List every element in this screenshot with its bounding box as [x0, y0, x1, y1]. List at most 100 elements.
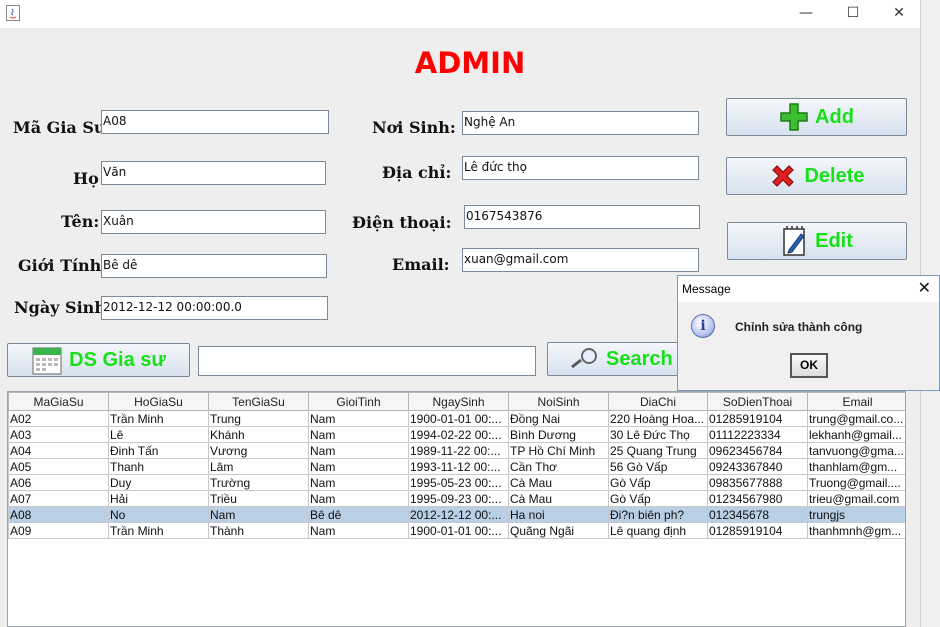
- minimize-button[interactable]: —: [786, 2, 826, 24]
- search-button-label: Search: [606, 347, 673, 370]
- table-cell: Gò Vấp: [608, 474, 708, 491]
- email-field[interactable]: xuan@gmail.com: [462, 248, 699, 272]
- table-cell: A07: [8, 490, 109, 507]
- dien-thoai-field[interactable]: 0167543876: [464, 205, 700, 229]
- add-button[interactable]: Add: [726, 98, 907, 136]
- ds-gia-su-button[interactable]: DS Gia sư: [7, 343, 190, 377]
- table-row[interactable]: A02 Trần Minh Trung Nam 1900-01-01 00:... Đồn…: [8, 410, 905, 427]
- table-cell: lekhanh@gmail...: [807, 426, 905, 443]
- table-cell: 1994-02-22 00:...: [408, 426, 509, 443]
- table-cell: Lê: [108, 426, 209, 443]
- table-cell: 01234567980: [707, 490, 808, 507]
- table-cell: Gò Vấp: [608, 490, 708, 507]
- table-cell: trieu@gmail.com: [807, 490, 905, 507]
- table-cell: Cà Mau: [508, 474, 609, 491]
- table-cell: Trần Minh: [108, 522, 209, 539]
- table-cell: trung@gmail.co...: [807, 410, 905, 427]
- table-cell: Bê dê: [308, 506, 409, 523]
- table-cell: Duy: [108, 474, 209, 491]
- ma-gia-su-label: Mã Gia Sư:: [13, 118, 112, 137]
- maximize-button[interactable]: ☐: [833, 2, 873, 24]
- table-cell: 1995-09-23 00:...: [408, 490, 509, 507]
- dien-thoai-label: Điện thoại:: [352, 213, 452, 232]
- table-cell: 2012-12-12 00:...: [408, 506, 509, 523]
- column-header[interactable]: NgaySinh: [408, 392, 509, 411]
- table-cell: 1995-05-23 00:...: [408, 474, 509, 491]
- table-row[interactable]: A08 No Nam Bê dê 2012-12-12 00:... Ha noi Đi?n…: [8, 506, 905, 523]
- dialog-titlebar: Message ✕: [678, 276, 939, 302]
- table-cell: Ha noi: [508, 506, 609, 523]
- table-cell: Khánh: [208, 426, 309, 443]
- table-cell: 012345678: [707, 506, 808, 523]
- table-cell: Triều: [208, 490, 309, 507]
- table-cell: trungjs: [807, 506, 905, 523]
- ten-label: Tên:: [61, 212, 100, 231]
- table-cell: 1900-01-01 00:...: [408, 522, 509, 539]
- table-cell: A09: [8, 522, 109, 539]
- table-cell: Nam: [308, 426, 409, 443]
- ngay-sinh-field[interactable]: 2012-12-12 00:00:00.0: [101, 296, 328, 320]
- table-row[interactable]: A04 Đinh Tấn Vương Nam 1989-11-22 00:... TP H…: [8, 442, 905, 459]
- edit-button[interactable]: Edit: [727, 222, 907, 260]
- table-row[interactable]: A07 Hải Triều Nam 1995-09-23 00:... Cà Mau Gò …: [8, 490, 905, 507]
- ok-button[interactable]: OK: [790, 353, 828, 378]
- table-cell: TP Hồ Chí Minh: [508, 442, 609, 459]
- table-cell: Nam: [308, 522, 409, 539]
- ds-gia-su-label: DS Gia sư: [69, 348, 166, 371]
- ho-field[interactable]: Văn: [101, 161, 326, 185]
- column-header[interactable]: GioiTinh: [308, 392, 409, 411]
- ngay-sinh-label: Ngày Sinh:: [14, 298, 112, 317]
- table-cell: thanhlam@gm...: [807, 458, 905, 475]
- gioi-tinh-label: Giới Tính:: [18, 256, 108, 275]
- column-header[interactable]: TenGiaSu: [208, 392, 309, 411]
- table-cell: 1993-11-12 00:...: [408, 458, 509, 475]
- table-cell: Đồng Nai: [508, 410, 609, 427]
- table-row[interactable]: A06 Duy Trường Nam 1995-05-23 00:... Cà Mau Gò…: [8, 474, 905, 491]
- table-cell: Nam: [308, 474, 409, 491]
- table-cell: Nam: [308, 458, 409, 475]
- table-cell: Vương: [208, 442, 309, 459]
- column-header[interactable]: Email: [807, 392, 905, 411]
- table-header: MaGiaSu HoGiaSu TenGiaSu GioiTinh NgaySinh No…: [8, 392, 905, 411]
- table-cell: thanhmnh@gm...: [807, 522, 905, 539]
- java-icon: [6, 5, 20, 21]
- gioi-tinh-field[interactable]: Bê dê: [101, 254, 327, 278]
- table-cell: 09835677888: [707, 474, 808, 491]
- table-row[interactable]: A05 Thanh Lâm Nam 1993-11-12 00:... Cần Thơ 56…: [8, 458, 905, 475]
- column-header[interactable]: NoiSinh: [508, 392, 609, 411]
- column-header[interactable]: MaGiaSu: [8, 392, 109, 411]
- close-window-button[interactable]: ✕: [879, 2, 919, 24]
- table-cell: Bình Dương: [508, 426, 609, 443]
- ma-gia-su-field[interactable]: A08: [101, 110, 329, 134]
- noi-sinh-field[interactable]: Nghệ An: [462, 111, 699, 135]
- dialog-close-icon[interactable]: ✕: [918, 276, 931, 302]
- gia-su-table[interactable]: MaGiaSu HoGiaSu TenGiaSu GioiTinh NgaySinh No…: [7, 391, 906, 627]
- ten-field[interactable]: Xuân: [101, 210, 326, 234]
- table-row[interactable]: A03 Lê Khánh Nam 1994-02-22 00:... Bình Dương…: [8, 426, 905, 443]
- table-cell: A03: [8, 426, 109, 443]
- edit-button-label: Edit: [815, 229, 853, 252]
- table-cell: 1989-11-22 00:...: [408, 442, 509, 459]
- delete-button[interactable]: Delete: [726, 157, 907, 195]
- table-cell: Lâm: [208, 458, 309, 475]
- calendar-icon: [32, 347, 62, 375]
- table-body: A02 Trần Minh Trung Nam 1900-01-01 00:... Đồn…: [8, 410, 905, 539]
- search-input[interactable]: [198, 346, 536, 376]
- table-cell: Nam: [208, 506, 309, 523]
- table-cell: Trường: [208, 474, 309, 491]
- table-cell: Nam: [308, 410, 409, 427]
- dia-chi-field[interactable]: Lê đức thọ: [462, 156, 699, 180]
- ho-label: Họ: [73, 169, 99, 188]
- table-cell: Nam: [308, 442, 409, 459]
- search-button[interactable]: Search: [547, 342, 687, 376]
- column-header[interactable]: DiaChi: [608, 392, 708, 411]
- table-cell: Trần Minh: [108, 410, 209, 427]
- table-cell: Truong@gmail....: [807, 474, 905, 491]
- noi-sinh-label: Nơi Sinh:: [372, 118, 456, 137]
- table-cell: 01285919104: [707, 522, 808, 539]
- email-label: Email:: [392, 255, 450, 274]
- table-row[interactable]: A09 Trần Minh Thành Nam 1900-01-01 00:... Quã…: [8, 522, 905, 539]
- column-header[interactable]: HoGiaSu: [108, 392, 209, 411]
- column-header[interactable]: SoDienThoai: [707, 392, 808, 411]
- table-cell: Cà Mau: [508, 490, 609, 507]
